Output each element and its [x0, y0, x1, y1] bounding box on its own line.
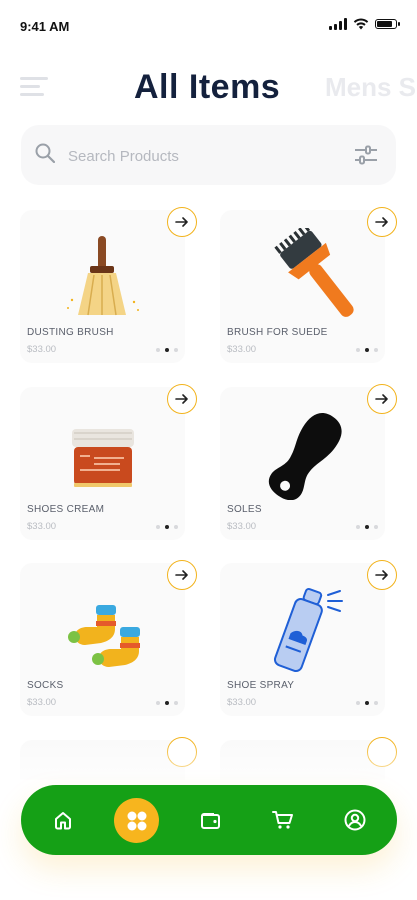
nav-cart[interactable] — [261, 785, 305, 855]
product-name: SOLES — [227, 504, 262, 515]
wifi-icon — [353, 18, 369, 30]
product-card[interactable]: DUSTING BRUSH $33.00 — [20, 207, 197, 363]
product-name: SHOE SPRAY — [227, 680, 295, 691]
arrow-right-icon[interactable] — [167, 384, 197, 414]
product-name: BRUSH FOR SUEDE — [227, 327, 328, 338]
product-name: DUSTING BRUSH — [27, 327, 114, 338]
signal-icon — [329, 18, 347, 30]
home-icon — [55, 812, 71, 830]
next-category-tab[interactable]: Mens S — [325, 72, 416, 103]
product-card[interactable]: SOLES $33.00 — [220, 384, 397, 540]
arrow-right-icon[interactable] — [167, 560, 197, 590]
product-card[interactable]: SHOES CREAM $33.00 — [20, 384, 197, 540]
dusting-brush-image — [67, 236, 139, 316]
socks-image — [68, 605, 140, 667]
page-title: All Items — [134, 68, 281, 106]
nav-profile[interactable] — [333, 785, 377, 855]
cart-icon — [272, 811, 293, 829]
shoe-cream-jar-image — [72, 429, 134, 487]
product-price: $33.00 — [227, 521, 257, 532]
product-price: $33.00 — [27, 521, 57, 532]
arrow-right-icon[interactable] — [367, 384, 397, 414]
product-name: SHOES CREAM — [27, 504, 105, 515]
product-price: $33.00 — [27, 344, 57, 355]
filter-sliders-icon[interactable] — [354, 144, 378, 166]
carousel-dots — [356, 701, 378, 705]
suede-brush-image — [274, 228, 354, 317]
bottom-nav — [21, 785, 397, 855]
profile-icon — [344, 809, 366, 831]
status-time: 9:41 AM — [20, 19, 70, 34]
wallet-icon — [201, 813, 220, 829]
search-bar — [21, 125, 396, 185]
search-input[interactable] — [66, 143, 340, 169]
battery-icon — [375, 19, 400, 29]
carousel-dots — [156, 348, 178, 352]
search-icon[interactable] — [35, 143, 55, 163]
grid-icon — [127, 811, 146, 830]
hamburger-menu-icon[interactable] — [20, 77, 48, 97]
product-price: $33.00 — [227, 344, 257, 355]
shoe-spray-image — [273, 587, 343, 673]
carousel-dots — [356, 348, 378, 352]
carousel-dots — [356, 525, 378, 529]
arrow-right-icon[interactable] — [367, 207, 397, 237]
product-card[interactable]: SHOE SPRAY $33.00 — [220, 560, 397, 716]
status-bar: 9:41 AM — [0, 0, 417, 50]
nav-grid[interactable] — [114, 798, 159, 843]
carousel-dots — [156, 525, 178, 529]
nav-wallet[interactable] — [189, 785, 233, 855]
product-name: SOCKS — [27, 680, 64, 691]
product-price: $33.00 — [27, 697, 57, 708]
arrow-right-icon[interactable] — [367, 560, 397, 590]
carousel-dots — [156, 701, 178, 705]
shoe-sole-image — [268, 413, 342, 500]
status-icons — [329, 18, 400, 30]
nav-home[interactable] — [41, 785, 85, 855]
product-card[interactable]: SOCKS $33.00 — [20, 560, 197, 716]
product-price: $33.00 — [227, 697, 257, 708]
header: All Items Mens S — [0, 60, 417, 116]
product-card[interactable]: BRUSH FOR SUEDE $33.00 — [220, 207, 397, 363]
arrow-right-icon[interactable] — [167, 207, 197, 237]
